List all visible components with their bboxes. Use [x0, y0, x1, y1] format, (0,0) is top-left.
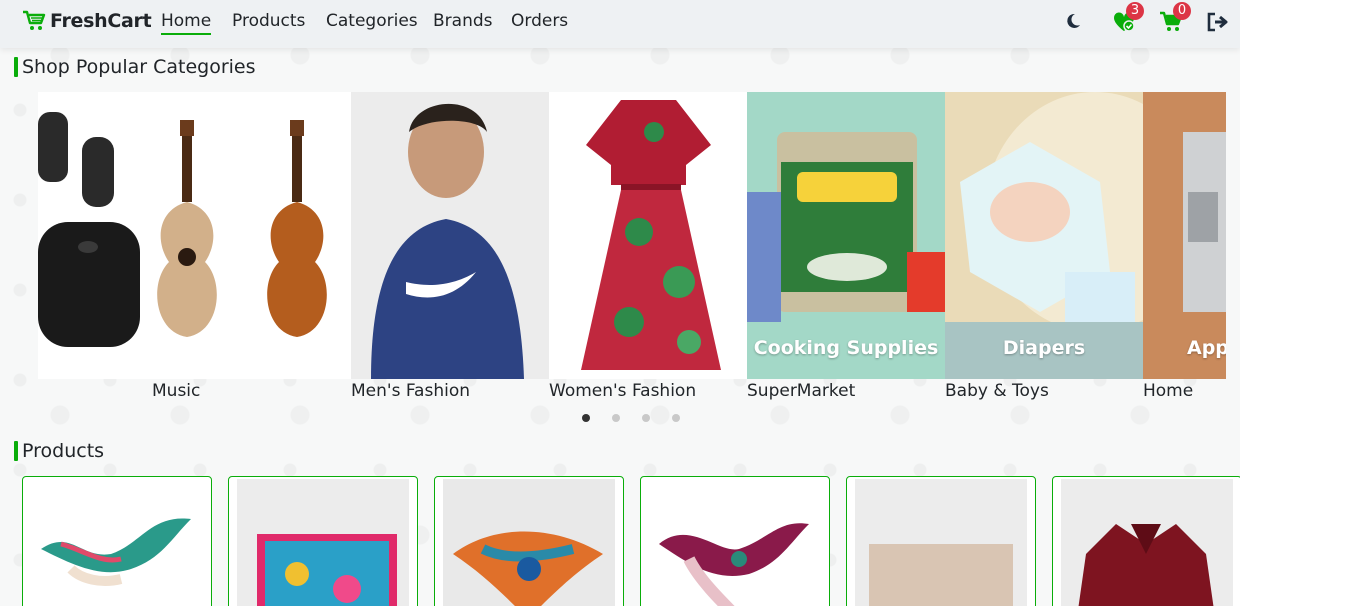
product-image — [237, 479, 409, 606]
slider-dot-4[interactable] — [672, 414, 680, 422]
slider-dot-3[interactable] — [642, 414, 650, 422]
product-card[interactable] — [434, 476, 624, 606]
category-card-baby-toys[interactable]: Diapers Baby & Toys — [945, 92, 1143, 401]
baby-toys-category-image: Diapers — [945, 92, 1143, 379]
cart-button[interactable]: 0 — [1159, 2, 1191, 37]
category-card-music[interactable]: Music — [38, 92, 351, 401]
slider-pagination — [582, 414, 702, 422]
title-accent-bar — [14, 57, 18, 77]
product-image — [443, 479, 615, 606]
moon-icon[interactable] — [1064, 12, 1082, 34]
product-card[interactable] — [1052, 476, 1240, 606]
nav-link-orders[interactable]: Orders — [511, 11, 568, 31]
slider-dot-1[interactable] — [582, 414, 590, 422]
nav-link-categories[interactable]: Categories — [326, 11, 418, 31]
cart-logo-icon — [23, 10, 46, 30]
products-title-text: Products — [22, 440, 105, 462]
product-card[interactable] — [228, 476, 418, 606]
nav-link-products[interactable]: Products — [232, 11, 305, 31]
nav-link-brands[interactable]: Brands — [433, 11, 493, 31]
product-image — [1061, 479, 1233, 606]
product-image — [41, 518, 191, 586]
slider-dot-2[interactable] — [612, 414, 620, 422]
category-overlay-text: Diapers — [1002, 337, 1086, 359]
categories-title-text: Shop Popular Categories — [22, 56, 256, 78]
products-section-title: Products — [14, 440, 104, 462]
womens-fashion-category-image — [549, 92, 747, 379]
product-image — [855, 479, 1027, 606]
category-card-supermarket[interactable]: Cooking Supplies SuperMarket — [747, 92, 945, 401]
categories-section-title: Shop Popular Categories — [14, 56, 256, 78]
category-label: Home — [1143, 381, 1194, 401]
nav-link-home[interactable]: Home — [161, 11, 212, 35]
category-card-mens-fashion[interactable]: Men's Fashion — [351, 92, 549, 401]
product-card[interactable] — [640, 476, 830, 606]
product-card[interactable] — [846, 476, 1036, 606]
category-card-home[interactable]: App Home — [1143, 92, 1226, 401]
title-accent-bar — [14, 441, 18, 461]
cart-count-badge: 0 — [1173, 2, 1191, 20]
wishlist-button[interactable]: 3 — [1112, 2, 1144, 37]
category-label: Men's Fashion — [351, 381, 470, 401]
category-label: SuperMarket — [747, 381, 856, 401]
category-overlay-text: Cooking Supplies — [753, 337, 939, 359]
category-card-womens-fashion[interactable]: Women's Fashion — [549, 92, 747, 401]
home-category-image: App — [1143, 92, 1226, 379]
navbar: FreshCart Home Products Categories Brand… — [0, 0, 1240, 48]
sign-out-icon[interactable] — [1206, 12, 1230, 36]
page: FreshCart Home Products Categories Brand… — [0, 0, 1240, 606]
category-label: Women's Fashion — [549, 381, 697, 401]
brand-name: FreshCart — [50, 10, 152, 32]
supermarket-category-image: Cooking Supplies — [747, 92, 945, 379]
category-label: Baby & Toys — [945, 381, 1049, 401]
category-overlay-text: App — [1187, 337, 1226, 359]
product-image — [659, 523, 809, 606]
product-card[interactable] — [22, 476, 212, 606]
category-slider[interactable]: Music Men's Fashion Women's Fashion Cook… — [38, 92, 1226, 410]
category-label: Music — [152, 381, 201, 401]
wishlist-count-badge: 3 — [1126, 2, 1144, 20]
brand-logo[interactable]: FreshCart — [22, 10, 152, 32]
mens-fashion-category-image — [351, 92, 549, 379]
music-category-image — [38, 92, 351, 379]
